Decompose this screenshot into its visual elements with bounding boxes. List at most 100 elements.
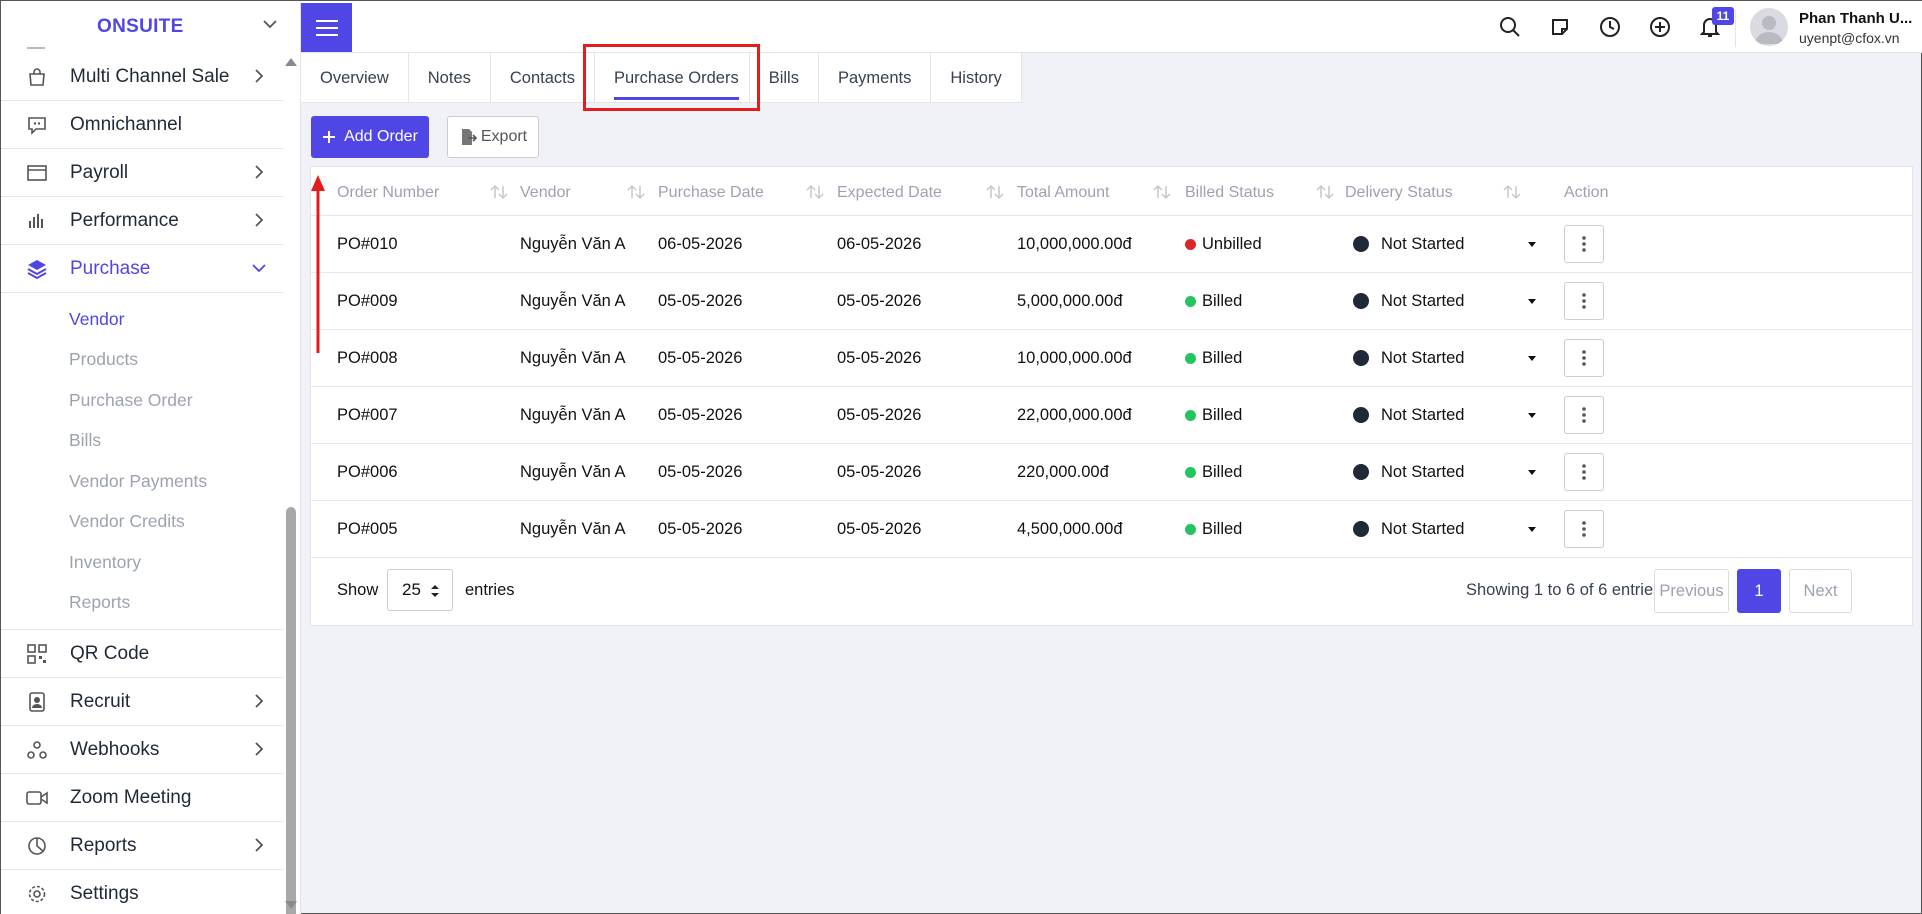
search-icon[interactable] — [1498, 15, 1522, 39]
caret-down-icon[interactable] — [1528, 242, 1536, 247]
row-action-button[interactable] — [1564, 339, 1604, 377]
sidebar-item-omnichannel[interactable]: Omnichannel — [1, 101, 283, 149]
delivery-status: Not Started — [1381, 292, 1465, 310]
tab-overview[interactable]: Overview — [301, 53, 409, 103]
add-circle-icon[interactable] — [1648, 15, 1672, 39]
chevron-right-icon[interactable] — [251, 68, 267, 84]
purchase-date: 06-05-2026 — [658, 235, 743, 253]
row-action-button[interactable] — [1564, 510, 1604, 548]
sort-icon[interactable] — [626, 184, 646, 200]
sort-icon[interactable] — [1152, 184, 1172, 200]
tab-notes[interactable]: Notes — [409, 53, 491, 103]
next-button[interactable]: Next — [1789, 569, 1852, 613]
scroll-down-icon[interactable] — [285, 901, 297, 909]
order-number[interactable]: PO#005 — [337, 520, 398, 539]
chevron-down-icon[interactable] — [251, 260, 267, 276]
submenu-item-vendor-payments[interactable]: Vendor Payments — [1, 461, 283, 502]
divider — [1735, 9, 1736, 47]
sidebar-item-multi-channel-sale[interactable]: Multi Channel Sale — [1, 53, 283, 101]
sidebar-item-reports[interactable]: Reports — [1, 822, 283, 870]
caret-down-icon[interactable] — [1528, 299, 1536, 304]
chevron-down-icon[interactable] — [261, 15, 279, 33]
caret-down-icon[interactable] — [1528, 527, 1536, 532]
chevron-right-icon[interactable] — [251, 164, 267, 180]
caret-down-icon[interactable] — [1528, 413, 1536, 418]
column-header-billed-status[interactable]: Billed Status — [1185, 184, 1274, 202]
row-action-button[interactable] — [1564, 453, 1604, 491]
export-button[interactable]: Export — [447, 116, 539, 158]
brand[interactable]: ONSUITE — [1, 1, 300, 53]
row-action-button[interactable] — [1564, 225, 1604, 263]
chevron-right-icon[interactable] — [251, 212, 267, 228]
sidebar-item-payroll[interactable]: Payroll — [1, 149, 283, 197]
column-header-order-number[interactable]: Order Number — [337, 184, 439, 202]
page-1-button[interactable]: 1 — [1737, 569, 1781, 613]
submenu-item-bills[interactable]: Bills — [1, 421, 283, 462]
sort-select-icon — [431, 585, 439, 597]
sidebar-item-performance[interactable]: Performance — [1, 197, 283, 245]
table-row[interactable]: PO#007 Nguyễn Văn A 05-05-2026 05-05-202… — [311, 387, 1912, 444]
sort-icon[interactable] — [489, 184, 509, 200]
chevron-right-icon[interactable] — [251, 741, 267, 757]
sort-icon[interactable] — [985, 184, 1005, 200]
table-row[interactable]: PO#008 Nguyễn Văn A 05-05-2026 05-05-202… — [311, 330, 1912, 387]
column-header-expected-date[interactable]: Expected Date — [837, 184, 942, 202]
note-icon[interactable] — [1548, 15, 1572, 39]
chevron-right-icon[interactable] — [251, 693, 267, 709]
tab-contacts[interactable]: Contacts — [491, 53, 595, 103]
sidebar-nav: Multi Channel Sale Omnichannel Payroll P… — [1, 53, 283, 914]
column-header-delivery-status[interactable]: Delivery Status — [1345, 184, 1453, 202]
more-vertical-icon — [1582, 407, 1586, 423]
caret-down-icon[interactable] — [1528, 356, 1536, 361]
order-number[interactable]: PO#008 — [337, 349, 398, 368]
sidebar-item-zoom-meeting[interactable]: Zoom Meeting — [1, 774, 283, 822]
column-header-purchase-date[interactable]: Purchase Date — [658, 184, 764, 202]
table-row[interactable]: PO#009 Nguyễn Văn A 05-05-2026 05-05-202… — [311, 273, 1912, 330]
row-action-button[interactable] — [1564, 396, 1604, 434]
submenu-item-products[interactable]: Products — [1, 340, 283, 381]
tab-history[interactable]: History — [931, 53, 1022, 103]
column-header-total-amount[interactable]: Total Amount — [1017, 184, 1110, 202]
submenu-item-vendor[interactable]: Vendor — [1, 299, 283, 340]
export-label: Export — [480, 128, 528, 145]
sidebar-scrollbar[interactable] — [284, 55, 298, 914]
scroll-up-icon[interactable] — [285, 58, 297, 66]
sort-icon[interactable] — [805, 184, 825, 200]
vendor-name: Nguyễn Văn A — [520, 520, 626, 538]
row-action-button[interactable] — [1564, 282, 1604, 320]
order-number[interactable]: PO#009 — [337, 292, 398, 311]
scrollbar-thumb[interactable] — [286, 507, 296, 914]
column-header-vendor[interactable]: Vendor — [520, 184, 571, 202]
table-row[interactable]: PO#006 Nguyễn Văn A 05-05-2026 05-05-202… — [311, 444, 1912, 501]
add-order-button[interactable]: Add Order — [311, 116, 429, 158]
sidebar-item-purchase[interactable]: Purchase — [1, 245, 283, 293]
order-number[interactable]: PO#007 — [337, 406, 398, 425]
brand-name: ONSUITE — [97, 16, 184, 37]
submenu-item-vendor-credits[interactable]: Vendor Credits — [1, 502, 283, 543]
order-number[interactable]: PO#010 — [337, 235, 398, 254]
table-row[interactable]: PO#005 Nguyễn Văn A 05-05-2026 05-05-202… — [311, 501, 1912, 558]
tab-payments[interactable]: Payments — [819, 53, 932, 103]
submenu-item-inventory[interactable]: Inventory — [1, 542, 283, 583]
sort-icon[interactable] — [1502, 184, 1522, 200]
table-row[interactable]: PO#010 Nguyễn Văn A 06-05-2026 06-05-202… — [311, 216, 1912, 273]
clock-icon[interactable] — [1598, 15, 1622, 39]
sidebar-item-qr-code[interactable]: QR Code — [1, 630, 283, 678]
expected-date: 05-05-2026 — [837, 349, 922, 367]
user-name[interactable]: Phan Thanh U... — [1799, 10, 1912, 27]
submenu-item-reports[interactable]: Reports — [1, 583, 283, 624]
caret-down-icon[interactable] — [1528, 470, 1536, 475]
sort-icon[interactable] — [1315, 184, 1335, 200]
sidebar-item-webhooks[interactable]: Webhooks — [1, 726, 283, 774]
avatar[interactable] — [1750, 8, 1788, 46]
chevron-right-icon[interactable] — [251, 837, 267, 853]
submenu-item-purchase-order[interactable]: Purchase Order — [1, 380, 283, 421]
billed-status-label: Billed — [1202, 349, 1243, 367]
previous-button[interactable]: Previous — [1654, 569, 1729, 613]
sidebar-item-recruit[interactable]: Recruit — [1, 678, 283, 726]
tab-bills[interactable]: Bills — [750, 53, 819, 103]
sidebar-item-settings[interactable]: Settings — [1, 870, 283, 914]
order-number[interactable]: PO#006 — [337, 463, 398, 482]
hamburger-menu-button[interactable] — [301, 3, 352, 52]
entries-select[interactable]: 25 — [387, 569, 453, 611]
